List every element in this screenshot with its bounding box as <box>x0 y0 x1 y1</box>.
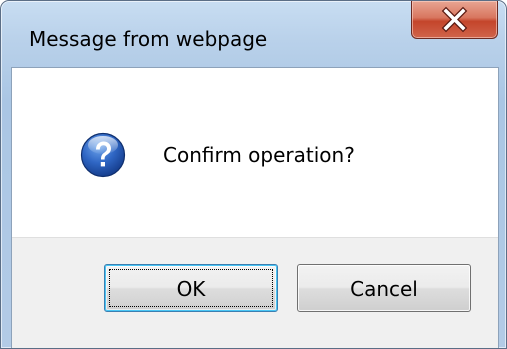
dialog-title: Message from webpage <box>29 27 268 51</box>
ok-button[interactable]: OK <box>104 264 278 312</box>
close-icon <box>441 6 468 33</box>
ok-button-label: OK <box>176 277 206 301</box>
question-icon <box>80 132 126 178</box>
message-area: Confirm operation? <box>12 68 498 237</box>
title-bar[interactable]: Message from webpage <box>1 1 506 67</box>
cancel-button-label: Cancel <box>350 277 418 301</box>
close-button[interactable] <box>411 1 498 39</box>
cancel-button[interactable]: Cancel <box>297 264 471 312</box>
message-text: Confirm operation? <box>163 143 355 167</box>
message-dialog: Message from webpage Confirm operation? … <box>0 0 507 349</box>
